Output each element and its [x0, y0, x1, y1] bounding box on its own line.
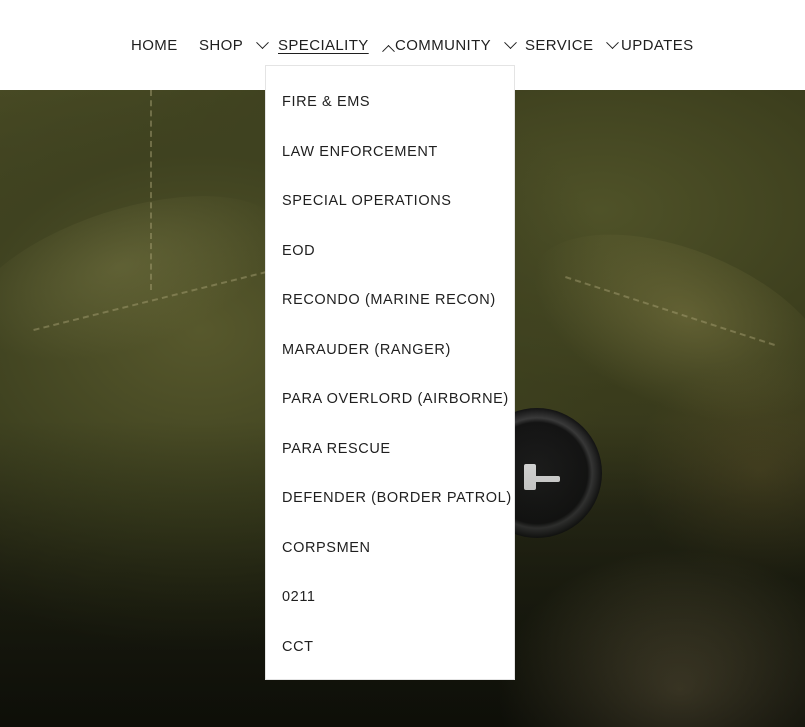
nav-item-updates[interactable]: UPDATES: [621, 34, 694, 56]
menu-item-label: EOD: [282, 243, 316, 259]
chevron-down-icon: [606, 35, 620, 49]
nav-item-label: HOME: [131, 36, 178, 54]
nav-item-label: SERVICE: [525, 36, 594, 54]
menu-item-cct[interactable]: CCT: [266, 632, 514, 662]
nav-item-label: UPDATES: [621, 36, 694, 54]
nav-item-community[interactable]: COMMUNITY: [395, 34, 517, 56]
nav-item-label: COMMUNITY: [395, 36, 492, 54]
menu-item-label: CCT: [282, 639, 314, 655]
menu-item-eod[interactable]: EOD: [266, 236, 514, 266]
menu-item-label: PARA RESCUE: [282, 441, 391, 457]
menu-item-para-rescue[interactable]: PARA RESCUE: [266, 434, 514, 464]
nav-item-label: SPECIALITY: [278, 36, 369, 54]
menu-item-label: LAW ENFORCEMENT: [282, 144, 438, 160]
hero-stitching: [150, 90, 156, 290]
menu-item-defender[interactable]: DEFENDER (BORDER PATROL): [266, 483, 514, 513]
menu-item-para-overlord[interactable]: PARA OVERLORD (AIRBORNE): [266, 384, 514, 414]
menu-item-label: MARAUDER (RANGER): [282, 342, 451, 358]
menu-item-0211[interactable]: 0211: [266, 582, 514, 612]
menu-item-label: CORPSMEN: [282, 540, 371, 556]
speciality-dropdown-menu: FIRE & EMS LAW ENFORCEMENT SPECIAL OPERA…: [265, 65, 515, 680]
menu-item-label: SPECIAL OPERATIONS: [282, 193, 452, 209]
nav-item-label: SHOP: [199, 36, 244, 54]
menu-item-law-enforcement[interactable]: LAW ENFORCEMENT: [266, 137, 514, 167]
chevron-up-icon: [381, 44, 395, 58]
menu-item-special-operations[interactable]: SPECIAL OPERATIONS: [266, 186, 514, 216]
menu-item-marauder[interactable]: MARAUDER (RANGER): [266, 335, 514, 365]
menu-item-corpsmen[interactable]: CORPSMEN: [266, 533, 514, 563]
nav-item-speciality[interactable]: SPECIALITY: [278, 34, 395, 58]
menu-item-label: FIRE & EMS: [282, 94, 371, 110]
menu-item-label: PARA OVERLORD (AIRBORNE): [282, 391, 509, 407]
nav-item-home[interactable]: HOME: [131, 34, 178, 56]
nav-item-service[interactable]: SERVICE: [525, 34, 620, 56]
chevron-down-icon: [504, 35, 517, 49]
menu-item-label: 0211: [282, 589, 316, 605]
nav-item-shop[interactable]: SHOP: [199, 34, 269, 56]
menu-item-label: DEFENDER (BORDER PATROL): [282, 490, 512, 506]
chevron-down-icon: [256, 35, 269, 49]
main-nav: HOME SHOP SPECIALITY COMMUNITY SERVICE U…: [0, 34, 805, 58]
menu-item-recondo[interactable]: RECONDO (MARINE RECON): [266, 285, 514, 315]
menu-item-fire-ems[interactable]: FIRE & EMS: [266, 87, 514, 117]
menu-item-label: RECONDO (MARINE RECON): [282, 292, 496, 308]
